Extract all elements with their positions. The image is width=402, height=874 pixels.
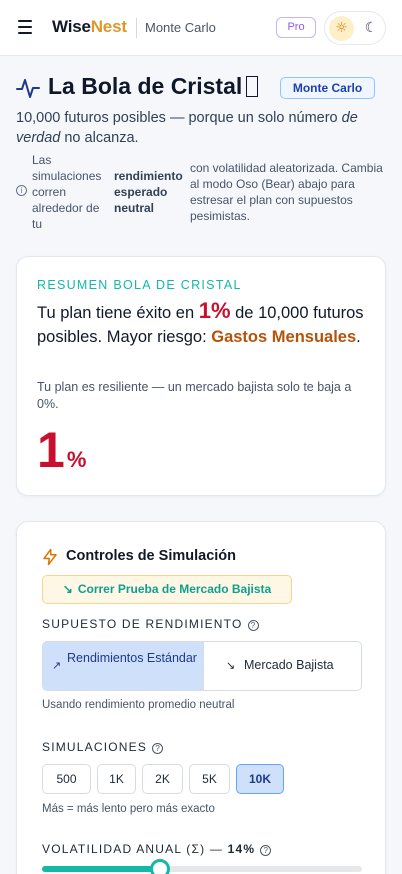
help-icon[interactable]: ?: [260, 845, 272, 856]
bear-market-option[interactable]: ↘ Mercado Bajista: [203, 642, 361, 690]
summary-kicker: RESUMEN BOLA DE CRISTAL: [37, 278, 242, 292]
volatility-slider-handle[interactable]: [150, 859, 171, 874]
headline-risk: Gastos Mensuales: [211, 328, 357, 346]
brand-name-part2: Nest: [90, 17, 127, 36]
headline-end: .: [356, 328, 361, 346]
headline-success-pct: 1%: [198, 298, 231, 323]
summary-headline: Tu plan tiene éxito en 1% de 10,000 futu…: [37, 299, 367, 349]
headline-text-1: Tu plan tiene éxito en: [37, 304, 199, 322]
success-rate-value: 1: [37, 422, 65, 478]
standard-returns-option[interactable]: ↗ Rendimientos Estándar: [43, 642, 203, 690]
hamburger-icon[interactable]: [18, 20, 32, 34]
pro-badge[interactable]: Pro: [276, 17, 316, 38]
summary-note: Tu plan es resiliente — un mercado bajis…: [37, 380, 352, 411]
sims-option-5k[interactable]: 5K: [189, 764, 230, 794]
trend-down-icon: ↘: [62, 582, 73, 596]
bear-stress-test-button[interactable]: ↘ Correr Prueba de Mercado Bajista: [42, 575, 292, 604]
trend-up-icon: ↗: [52, 660, 62, 672]
info-text-bold: rendimiento esperado neutral: [114, 169, 183, 215]
success-rate-display: 1%: [37, 425, 86, 475]
return-label-text: SUPUESTO DE RENDIMIENTO: [42, 617, 243, 631]
return-hint: Usando rendimiento promedio neutral: [42, 699, 235, 711]
info-text-1: Las simulaciones corren alrededor de tu: [32, 153, 102, 231]
controls-title: Controles de Simulación: [66, 548, 236, 564]
sims-option-1k[interactable]: 1K: [97, 764, 136, 794]
bear-market-label: Mercado Bajista: [244, 658, 334, 672]
info-text-2: con volatilidad aleatorizada. Cambia al …: [190, 161, 383, 223]
theme-toggle[interactable]: ☼ ☾: [324, 11, 386, 45]
activity-pulse-icon: [16, 79, 40, 98]
subtitle-text-2: no alcanza.: [60, 130, 139, 146]
help-icon[interactable]: ?: [247, 620, 259, 631]
sun-icon[interactable]: ☼: [329, 16, 354, 41]
lightning-icon: [43, 548, 57, 566]
volatility-slider[interactable]: [42, 859, 362, 874]
simulations-label: SIMULACIONES?: [42, 740, 164, 754]
subtitle-text-1: 10,000 futuros posibles — porque un solo…: [16, 110, 342, 126]
crystal-ball-icon: [246, 76, 259, 97]
brand-name-part1: Wise: [52, 17, 91, 36]
sims-option-10k[interactable]: 10K: [236, 764, 284, 794]
info-icon: i: [16, 185, 27, 196]
help-icon[interactable]: ?: [152, 743, 164, 754]
page-title: La Bola de Cristal: [48, 73, 259, 100]
page-subtitle: 10,000 futuros posibles — porque un solo…: [16, 108, 386, 148]
crystal-ball-summary-card: RESUMEN BOLA DE CRISTAL Tu plan tiene éx…: [16, 256, 386, 496]
app-logo[interactable]: WiseNest: [52, 17, 127, 37]
success-rate-unit: %: [66, 447, 87, 472]
volatility-label: VOLATILIDAD ANUAL (Σ) — 14%?: [42, 842, 272, 856]
trend-down-icon: ↘: [226, 660, 236, 672]
header-divider: [136, 18, 137, 38]
volatility-label-text: VOLATILIDAD ANUAL (Σ) —: [42, 842, 228, 856]
volatility-value: 14%: [227, 842, 256, 856]
standard-returns-label: Rendimientos Estándar: [67, 651, 197, 665]
simulations-hint: Más = más lento pero más exacto: [42, 803, 215, 815]
simulation-controls-card: Controles de Simulación ↘ Correr Prueba d…: [16, 521, 386, 874]
simulation-info: i Las simulaciones corren alrededor de t…: [16, 152, 392, 236]
sims-option-500[interactable]: 500: [42, 764, 91, 794]
top-navigation-bar: WiseNest Monte Carlo Pro ☼ ☾: [0, 0, 402, 56]
return-assumption-toggle: ↗ Rendimientos Estándar ↘ Mercado Bajist…: [42, 641, 362, 691]
page-title-text: La Bola de Cristal: [48, 73, 243, 99]
mode-badge: Monte Carlo: [280, 77, 375, 99]
simulations-label-text: SIMULACIONES: [42, 740, 148, 754]
return-assumption-label: SUPUESTO DE RENDIMIENTO?: [42, 617, 259, 631]
volatility-slider-fill: [42, 866, 161, 872]
moon-icon[interactable]: ☾: [360, 16, 382, 41]
sims-option-2k[interactable]: 2K: [142, 764, 183, 794]
breadcrumb: Monte Carlo: [145, 20, 216, 35]
stress-button-label: Correr Prueba de Mercado Bajista: [77, 582, 272, 596]
